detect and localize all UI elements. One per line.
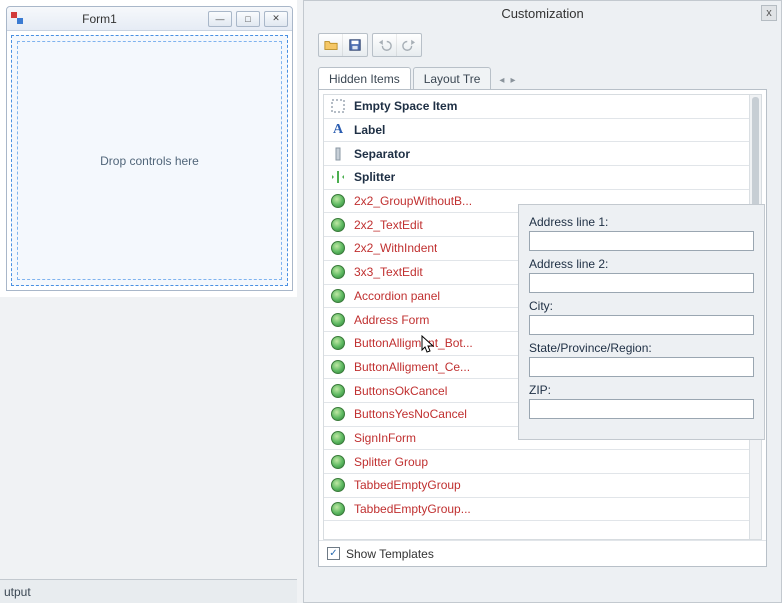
form-window: Form1 — □ ✕ Drop controls here [6,6,293,291]
tab-scroll-arrows: ◂ ▸ [499,75,515,89]
address-form-preview: Address line 1: Address line 2: City: State… [518,204,765,440]
list-item-label: 2x2_TextEdit [354,218,423,232]
field-input[interactable] [529,315,754,335]
form-field: City: [529,299,754,335]
list-item[interactable]: TabbedEmptyGroup... [324,498,749,522]
show-templates-row: Show Templates [319,540,766,566]
list-item-label: ButtonAlligment_Bot... [354,336,473,350]
template-icon [330,383,346,399]
open-icon [324,38,338,52]
save-icon [348,38,362,52]
list-item-label: ButtonsOkCancel [354,384,447,398]
drop-hint: Drop controls here [100,154,199,168]
show-templates-label: Show Templates [346,547,434,561]
separator-icon [330,146,346,162]
splitter-icon [330,169,346,185]
customization-header: Customization x [304,1,781,25]
tab-scroll-left[interactable]: ◂ [499,75,504,86]
list-item-label: 2x2_WithIndent [354,241,437,255]
undo-icon [378,38,392,52]
undo-button[interactable] [373,34,397,56]
field-input[interactable] [529,231,754,251]
empty-space-icon [330,98,346,114]
list-item[interactable]: A Label [324,119,749,143]
list-item-label: ButtonAlligment_Ce... [354,360,470,374]
template-icon [330,501,346,517]
field-input[interactable] [529,273,754,293]
show-templates-checkbox[interactable] [327,547,340,560]
list-item-label: Label [354,123,385,137]
form-client-area[interactable]: Drop controls here [11,35,288,286]
list-item-label: ButtonsYesNoCancel [354,407,467,421]
template-icon [330,312,346,328]
customization-toolbar [304,25,781,61]
form-field: Address line 1: [529,215,754,251]
form-field: State/Province/Region: [529,341,754,377]
list-item-label: Address Form [354,313,429,327]
template-icon [330,288,346,304]
close-icon: x [766,7,772,19]
field-label: Address line 2: [529,257,754,271]
minimize-button[interactable]: — [208,11,232,27]
output-panel-tab[interactable]: utput [0,579,297,603]
open-button[interactable] [319,34,343,56]
list-item-label: 2x2_GroupWithoutB... [354,194,472,208]
form-title: Form1 [0,12,208,26]
maximize-button[interactable]: □ [236,11,260,27]
redo-icon [402,38,416,52]
template-icon [330,240,346,256]
field-label: City: [529,299,754,313]
list-item-label: TabbedEmptyGroup [354,478,461,492]
list-item[interactable]: Empty Space Item [324,95,749,119]
close-button[interactable]: ✕ [264,11,288,27]
list-item-label: Splitter [354,170,395,184]
field-input[interactable] [529,357,754,377]
tab-layout-tree[interactable]: Layout Tre [413,67,492,89]
template-icon [330,406,346,422]
customization-title: Customization [501,6,583,21]
save-button[interactable] [343,34,367,56]
form-app-icon [11,12,25,26]
list-item[interactable]: TabbedEmptyGroup [324,474,749,498]
list-item[interactable]: Splitter Group [324,450,749,474]
label-icon: A [330,122,346,138]
output-label: utput [4,585,31,599]
designer-empty-area [0,297,297,579]
list-item-label: SignInForm [354,431,416,445]
list-item-label: 3x3_TextEdit [354,265,423,279]
template-icon [330,477,346,493]
template-icon [330,217,346,233]
template-icon [330,359,346,375]
template-icon [330,454,346,470]
list-item-label: Accordion panel [354,289,440,303]
template-icon [330,430,346,446]
redo-button[interactable] [397,34,421,56]
list-item-label: Splitter Group [354,455,428,469]
list-item[interactable]: Splitter [324,166,749,190]
design-surface: Form1 — □ ✕ Drop controls here [0,0,297,297]
list-item-label: TabbedEmptyGroup... [354,502,471,516]
field-label: State/Province/Region: [529,341,754,355]
list-item-label: Separator [354,147,410,161]
tab-scroll-right[interactable]: ▸ [510,75,515,86]
field-label: ZIP: [529,383,754,397]
form-titlebar[interactable]: Form1 — □ ✕ [7,7,292,31]
list-item[interactable]: Separator [324,142,749,166]
tab-hidden-items-label: Hidden Items [329,72,400,86]
form-field: Address line 2: [529,257,754,293]
field-label: Address line 1: [529,215,754,229]
form-field: ZIP: [529,383,754,419]
template-icon [330,335,346,351]
template-icon [330,264,346,280]
customization-close-button[interactable]: x [761,5,777,21]
field-input[interactable] [529,399,754,419]
tab-hidden-items[interactable]: Hidden Items [318,67,411,89]
template-icon [330,193,346,209]
drop-target[interactable]: Drop controls here [17,41,282,280]
tabs-row: Hidden Items Layout Tre ◂ ▸ [304,61,781,89]
tab-layout-tree-label: Layout Tre [424,72,481,86]
list-item-label: Empty Space Item [354,99,457,113]
